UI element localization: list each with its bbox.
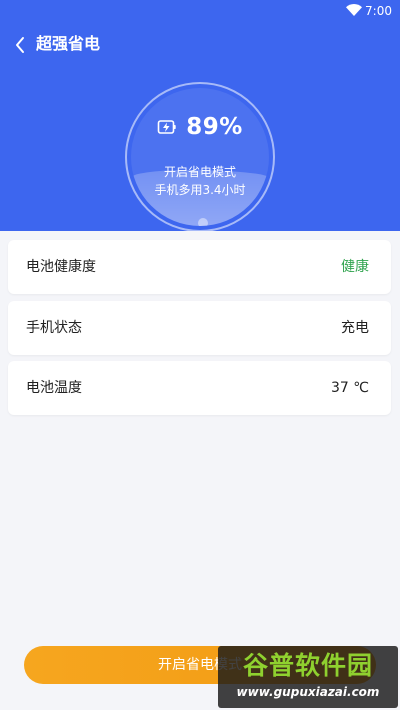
charging-battery-icon — [157, 120, 176, 134]
page-title: 超强省电 — [36, 34, 101, 53]
battery-health-value: 健康 — [341, 259, 369, 275]
gauge-dot — [198, 218, 208, 226]
header-hero: 超强省电 89% 开启省电模式 手机多用3.4小时 — [0, 22, 400, 231]
watermark-brand: 谷普软件园 — [242, 651, 373, 680]
info-row-phone-status: 手机状态 充电 — [8, 301, 391, 355]
info-label: 电池温度 — [26, 380, 82, 396]
status-time: 7:00 — [365, 4, 392, 18]
chevron-left-icon[interactable] — [10, 34, 32, 56]
power-save-mode-text: 开启省电模式 — [163, 165, 236, 179]
battery-temperature-value: 37 ℃ — [331, 380, 369, 396]
extra-usage-time: 手机多用3.4小时 — [154, 183, 246, 197]
phone-status-value: 充电 — [341, 320, 369, 336]
battery-percent: 89% — [186, 114, 243, 140]
watermark-url: www.gupuxiazai.com — [236, 685, 380, 699]
wifi-icon — [346, 4, 362, 16]
gauge-inner — [131, 88, 269, 226]
gauge-percent-row: 89% — [127, 114, 273, 140]
info-row-battery-health: 电池健康度 健康 — [8, 240, 391, 294]
info-label: 电池健康度 — [26, 259, 96, 275]
status-bar: 7:00 — [0, 0, 400, 22]
battery-gauge[interactable]: 89% 开启省电模式 手机多用3.4小时 — [125, 82, 275, 231]
watermark-logo: 谷普软件园 www.gupuxiazai.com — [218, 646, 398, 708]
info-row-battery-temperature: 电池温度 37 ℃ — [8, 361, 391, 415]
info-label: 手机状态 — [26, 320, 82, 336]
